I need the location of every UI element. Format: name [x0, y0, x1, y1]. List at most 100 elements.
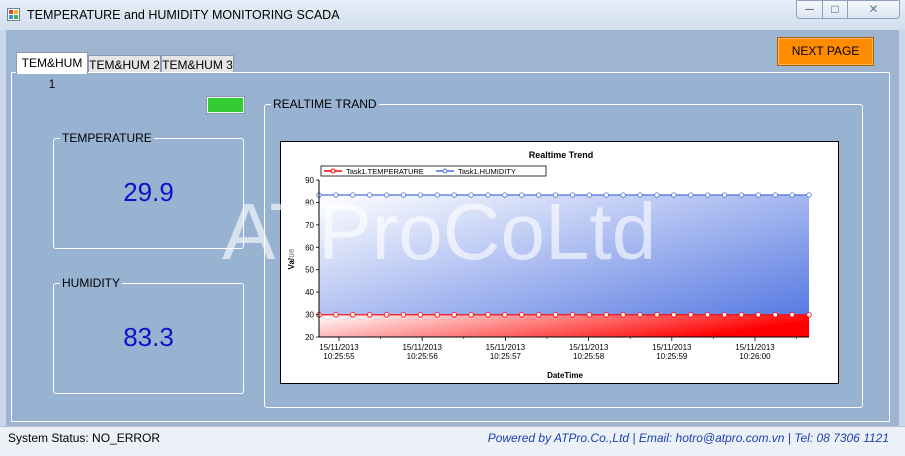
- humidity-point: [485, 192, 491, 198]
- temperature-point: [383, 312, 390, 318]
- temperature-point: [569, 312, 576, 318]
- humidity-point: [400, 192, 407, 198]
- temperature-point: [417, 312, 424, 318]
- humidity-point: [366, 192, 373, 198]
- trend-chart: Realtime Trend Task1.TEMPERATURE Task1.H…: [280, 141, 839, 384]
- minimize-icon: ─: [805, 2, 814, 16]
- y-tick-label: 20: [305, 333, 314, 342]
- humidity-point: [468, 192, 474, 198]
- humidity-point: [637, 192, 643, 198]
- humidity-point: [789, 192, 795, 198]
- powered-by-text: Powered by ATPro.Co.,Ltd | Email: hotro@…: [487, 431, 889, 445]
- y-tick-label: 80: [305, 198, 314, 207]
- maximize-button[interactable]: □: [822, 0, 848, 19]
- x-tick-label-time: 10:25:59: [656, 352, 688, 361]
- temperature-area: [319, 314, 809, 337]
- humidity-point: [434, 192, 440, 198]
- plot-area: 203040506070809015/11/201310:25:5515/11/…: [305, 176, 812, 361]
- temperature-point: [637, 312, 643, 318]
- humidity-point: [671, 192, 677, 198]
- temperature-point: [654, 312, 660, 318]
- humidity-point: [704, 192, 711, 198]
- temperature-point: [519, 312, 525, 318]
- tab-tem-hum-1[interactable]: TEM&HUM 1: [16, 52, 88, 91]
- humidity-point: [535, 192, 542, 198]
- temperature-value: 29.9: [123, 177, 174, 207]
- system-status-text: System Status: NO_ERROR: [8, 431, 161, 445]
- x-tick-label-time: 10:25:57: [490, 352, 522, 361]
- x-tick-label-date: 15/11/2013: [735, 343, 775, 352]
- minimize-button[interactable]: ─: [796, 0, 823, 19]
- humidity-point: [806, 192, 812, 198]
- temperature-point: [671, 312, 677, 318]
- humidity-point: [569, 192, 576, 198]
- humidity-value: 83.3: [123, 322, 174, 352]
- y-tick-label: 70: [305, 221, 314, 230]
- chart-legend: Task1.TEMPERATURE Task1.HUMIDITY: [320, 165, 547, 177]
- humidity-point: [586, 192, 593, 198]
- temperature-point: [502, 312, 508, 318]
- close-icon: ✕: [868, 2, 879, 16]
- humidity-point: [620, 192, 626, 198]
- temperature-label: TEMPERATURE: [60, 131, 154, 145]
- temperature-point: [434, 312, 440, 318]
- humidity-point: [350, 192, 356, 198]
- x-tick-label-time: 10:26:00: [739, 352, 771, 361]
- temperature-point: [350, 312, 356, 318]
- temperature-point: [552, 312, 559, 318]
- temperature-point: [586, 312, 593, 318]
- next-page-button[interactable]: NEXT PAGE: [777, 37, 874, 66]
- app-window: TEMPERATURE and HUMIDITY MONITORING SCAD…: [0, 0, 905, 456]
- y-axis-label: Value: [287, 248, 296, 269]
- humidity-point: [721, 192, 728, 198]
- temperature-point: [755, 312, 762, 318]
- temperature-point: [468, 312, 474, 318]
- x-tick-label-date: 15/11/2013: [569, 343, 609, 352]
- temperature-point: [333, 312, 339, 318]
- close-button[interactable]: ✕: [847, 0, 900, 19]
- humidity-point: [755, 192, 762, 198]
- x-tick-label-time: 10:25:56: [407, 352, 439, 361]
- legend-marker-temperature: [330, 168, 336, 174]
- temperature-point: [806, 312, 812, 318]
- x-tick-label-date: 15/11/2013: [652, 343, 692, 352]
- humidity-point: [738, 192, 745, 198]
- x-tick-label-date: 15/11/2013: [486, 343, 526, 352]
- temperature-point: [366, 312, 373, 318]
- humidity-label: HUMIDITY: [60, 276, 122, 290]
- legend-label-humidity: Task1.HUMIDITY: [458, 167, 516, 176]
- humidity-point: [451, 192, 457, 198]
- temperature-point: [400, 312, 407, 318]
- x-tick-label-date: 15/11/2013: [402, 343, 442, 352]
- humidity-point: [502, 192, 508, 198]
- title-bar[interactable]: TEMPERATURE and HUMIDITY MONITORING SCAD…: [0, 0, 905, 30]
- legend-marker-humidity: [442, 168, 448, 174]
- x-tick-label-date: 15/11/2013: [319, 343, 359, 352]
- realtime-trend-label: REALTIME TRAND: [271, 97, 379, 111]
- maximize-icon: □: [831, 2, 839, 16]
- status-indicator-light: [207, 97, 244, 113]
- temperature-point: [451, 312, 457, 318]
- x-tick-label-time: 10:25:55: [323, 352, 355, 361]
- temperature-group: TEMPERATURE 29.9: [53, 131, 244, 249]
- humidity-point: [519, 192, 525, 198]
- y-tick-label: 50: [305, 266, 314, 275]
- humidity-point: [552, 192, 559, 198]
- humidity-point: [688, 192, 694, 198]
- humidity-point: [772, 192, 778, 198]
- status-bar: System Status: NO_ERROR Powered by ATPro…: [0, 426, 905, 456]
- y-tick-label: 90: [305, 176, 314, 185]
- chart-title: Realtime Trend: [529, 150, 594, 160]
- x-tick-label-time: 10:25:58: [573, 352, 605, 361]
- temperature-point: [772, 312, 778, 318]
- temperature-point: [688, 312, 694, 318]
- humidity-point: [417, 192, 424, 198]
- temperature-point: [704, 312, 711, 318]
- humidity-point: [333, 192, 339, 198]
- humidity-group: HUMIDITY 83.3: [53, 276, 244, 394]
- temperature-point: [789, 312, 795, 318]
- legend-label-temperature: Task1.TEMPERATURE: [346, 167, 424, 176]
- app-window-icon: [7, 8, 20, 21]
- temperature-point: [738, 312, 745, 318]
- humidity-point: [654, 192, 660, 198]
